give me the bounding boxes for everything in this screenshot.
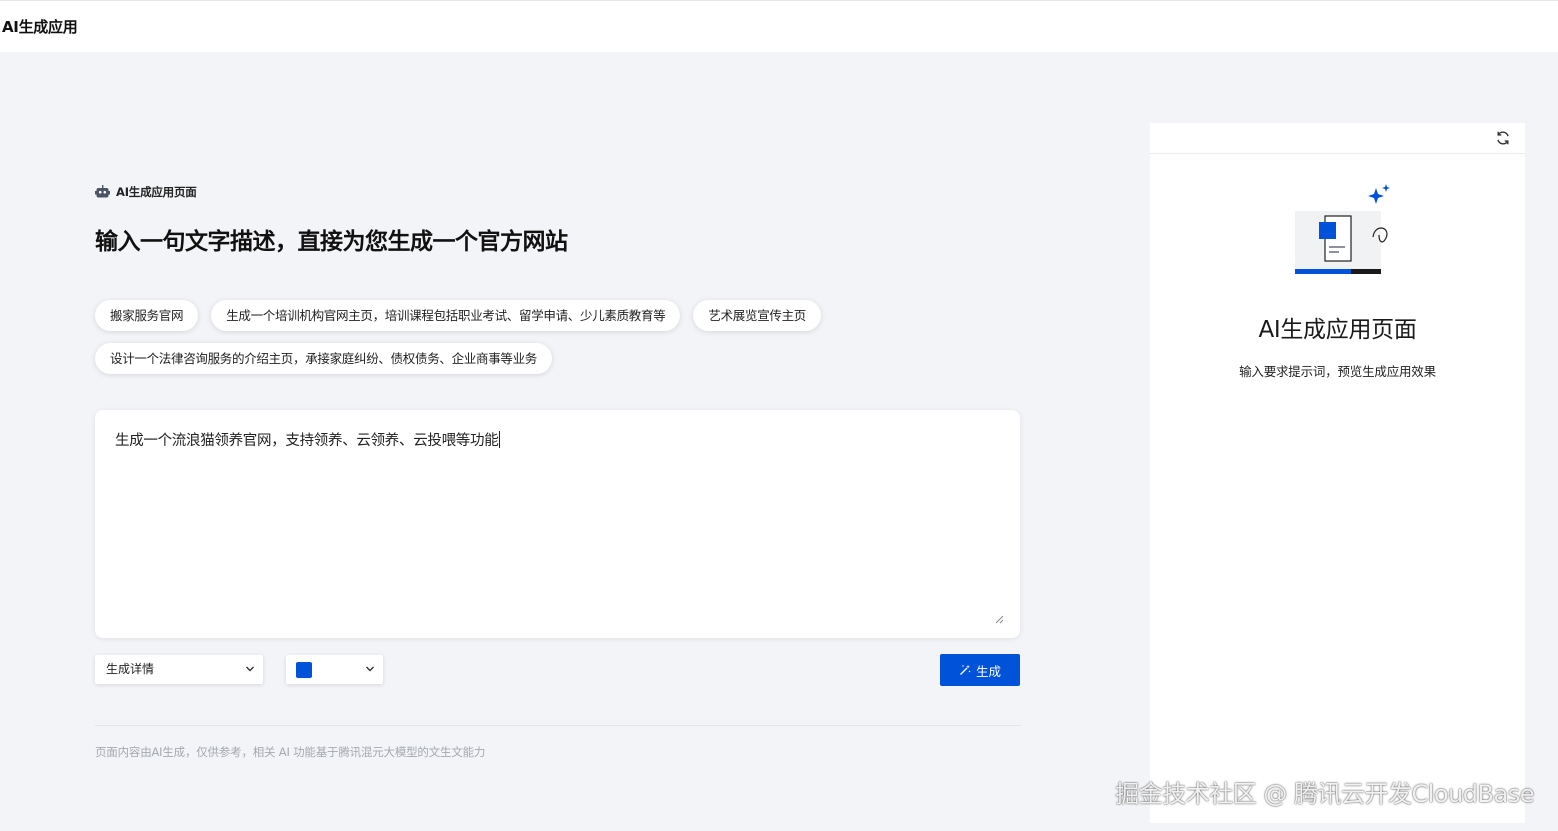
preview-description: 输入要求提示词，预览生成应用效果 xyxy=(1239,364,1436,379)
text-caret xyxy=(499,431,501,448)
main-panel: AI生成应用页面 输入一句文字描述，直接为您生成一个官方网站 搬家服务官网 生成… xyxy=(95,180,1021,759)
chevron-down-icon xyxy=(366,666,374,672)
divider xyxy=(95,725,1021,726)
preview-toolbar xyxy=(1150,123,1525,154)
section-tag: AI生成应用页面 xyxy=(95,180,1021,204)
chevron-down-icon xyxy=(246,666,254,672)
generation-controls: 生成详情 生成 xyxy=(95,654,1020,686)
prompt-textarea[interactable]: 生成一个流浪猫领养官网，支持领养、云领养、云投喂等功能 xyxy=(95,410,1020,638)
detail-select[interactable]: 生成详情 xyxy=(95,655,263,684)
page-headline: 输入一句文字描述，直接为您生成一个官方网站 xyxy=(95,229,568,255)
section-tag-label: AI生成应用页面 xyxy=(116,185,197,199)
refresh-icon[interactable] xyxy=(1495,130,1511,146)
prompt-value: 生成一个流浪猫领养官网，支持领养、云领养、云投喂等功能 xyxy=(115,433,499,449)
preview-panel: AI生成应用页面 输入要求提示词，预览生成应用效果 xyxy=(1150,123,1525,823)
magic-wand-icon xyxy=(960,664,971,675)
generate-button[interactable]: 生成 xyxy=(940,654,1020,686)
suggestion-chip[interactable]: 生成一个培训机构官网主页，培训课程包括职业考试、留学申请、少儿素质教育等 xyxy=(211,300,681,331)
color-swatch xyxy=(296,662,312,678)
suggestion-chip[interactable]: 搬家服务官网 xyxy=(95,300,199,331)
prompt-text: 生成一个流浪猫领养官网，支持领养、云领养、云投喂等功能 xyxy=(115,429,501,450)
ai-disclaimer: 页面内容由AI生成，仅供参考，相关 AI 功能基于腾讯混元大模型的文生文能力 xyxy=(95,745,486,759)
app-title: AI生成应用 xyxy=(2,18,78,36)
preview-title: AI生成应用页面 xyxy=(1258,317,1417,343)
detail-select-value: 生成详情 xyxy=(106,662,155,676)
empty-preview-illustration-icon xyxy=(1295,184,1390,274)
watermark: 掘金技术社区 @ 腾讯云开发CloudBase xyxy=(1115,780,1534,808)
robot-icon xyxy=(95,185,110,199)
top-bar: AI生成应用 xyxy=(0,0,1558,52)
theme-color-select[interactable] xyxy=(286,655,383,684)
suggestion-chip[interactable]: 艺术展览宣传主页 xyxy=(693,300,822,331)
suggestion-chip[interactable]: 设计一个法律咨询服务的介绍主页，承接家庭纠纷、债权债务、企业商事等业务 xyxy=(95,343,553,374)
resize-handle-icon[interactable] xyxy=(994,614,1004,624)
generate-button-label: 生成 xyxy=(975,663,1001,679)
suggestion-list: 搬家服务官网 生成一个培训机构官网主页，培训课程包括职业考试、留学申请、少儿素质… xyxy=(95,300,915,374)
